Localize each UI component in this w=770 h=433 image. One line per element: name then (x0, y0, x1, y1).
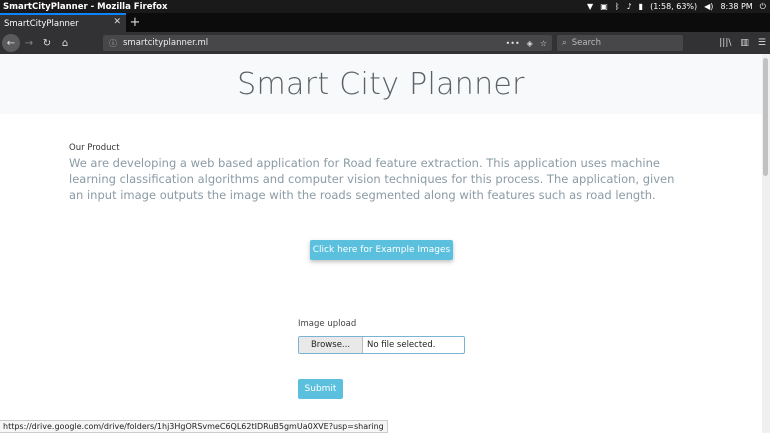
reload-icon[interactable]: ↻ (38, 34, 56, 52)
bell-icon[interactable]: ♪ (627, 2, 632, 12)
navigation-toolbar: ← → ↻ ⌂ ⓘ smartcityplanner.ml ••• ◈ ☆ ⌕ … (0, 32, 770, 54)
product-description: We are developing a web based applicatio… (69, 156, 675, 202)
power-icon[interactable]: ⏻ (760, 2, 766, 12)
close-icon[interactable]: ✕ (113, 17, 121, 27)
menu-icon[interactable]: ☰ (758, 38, 766, 48)
url-text[interactable]: smartcityplanner.ml (123, 38, 208, 48)
forward-arrow-icon[interactable]: → (20, 34, 38, 52)
sidebar-icon[interactable]: ▥ (740, 38, 749, 48)
page-content: Smart City Planner Our Product We are de… (0, 54, 762, 420)
file-status: No file selected. (367, 340, 436, 350)
bluetooth-icon[interactable]: ᛒ (615, 2, 620, 12)
new-tab-button[interactable]: + (126, 13, 144, 32)
wifi-icon[interactable]: ▼ (587, 2, 593, 12)
pocket-icon[interactable]: ◈ (527, 39, 533, 48)
image-upload-label: Image upload (298, 319, 357, 329)
submit-button[interactable]: Submit (298, 379, 343, 399)
battery-status: (1:58, 63%) (650, 2, 698, 11)
battery-icon[interactable]: ▮ (639, 2, 643, 12)
clock[interactable]: 8:38 PM (720, 2, 752, 11)
product-heading: Our Product (69, 143, 120, 153)
file-input[interactable]: Browse... No file selected. (298, 336, 465, 354)
search-placeholder: Search (571, 38, 601, 48)
system-tray: ▼ ▣ ᛒ ♪ ▮ (1:58, 63%) ◀) 8:38 PM ⏻ (587, 2, 770, 12)
jumbotron: Smart City Planner (0, 54, 762, 114)
scrollbar-thumb[interactable] (763, 58, 768, 176)
bookmark-star-icon[interactable]: ☆ (540, 39, 547, 48)
info-icon[interactable]: ⓘ (109, 38, 117, 49)
status-link-url: https://drive.google.com/drive/folders/1… (0, 420, 388, 433)
volume-icon[interactable]: ◀) (704, 2, 713, 12)
search-box[interactable]: ⌕ Search (557, 35, 683, 51)
page-title: Smart City Planner (237, 66, 525, 102)
search-icon: ⌕ (562, 38, 567, 48)
example-images-button[interactable]: Click here for Example Images (310, 240, 453, 260)
window-title: SmartCityPlanner - Mozilla Firefox (3, 1, 168, 12)
tab-strip: SmartCityPlanner ✕ + (0, 13, 770, 32)
home-icon[interactable]: ⌂ (56, 34, 74, 52)
browse-button[interactable]: Browse... (299, 337, 363, 353)
scrollbar[interactable] (762, 54, 770, 433)
keyboard-layout-icon[interactable]: ▣ (600, 2, 608, 12)
url-bar[interactable]: ⓘ smartcityplanner.ml ••• ◈ ☆ (103, 35, 552, 51)
tab-smartcityplanner[interactable]: SmartCityPlanner ✕ (0, 13, 126, 32)
library-icon[interactable]: |||\ (719, 38, 731, 48)
page-actions-icon[interactable]: ••• (506, 39, 520, 48)
system-top-bar: SmartCityPlanner - Mozilla Firefox ▼ ▣ ᛒ… (0, 0, 770, 13)
back-arrow-icon[interactable]: ← (2, 34, 20, 52)
tab-title: SmartCityPlanner (4, 18, 79, 29)
